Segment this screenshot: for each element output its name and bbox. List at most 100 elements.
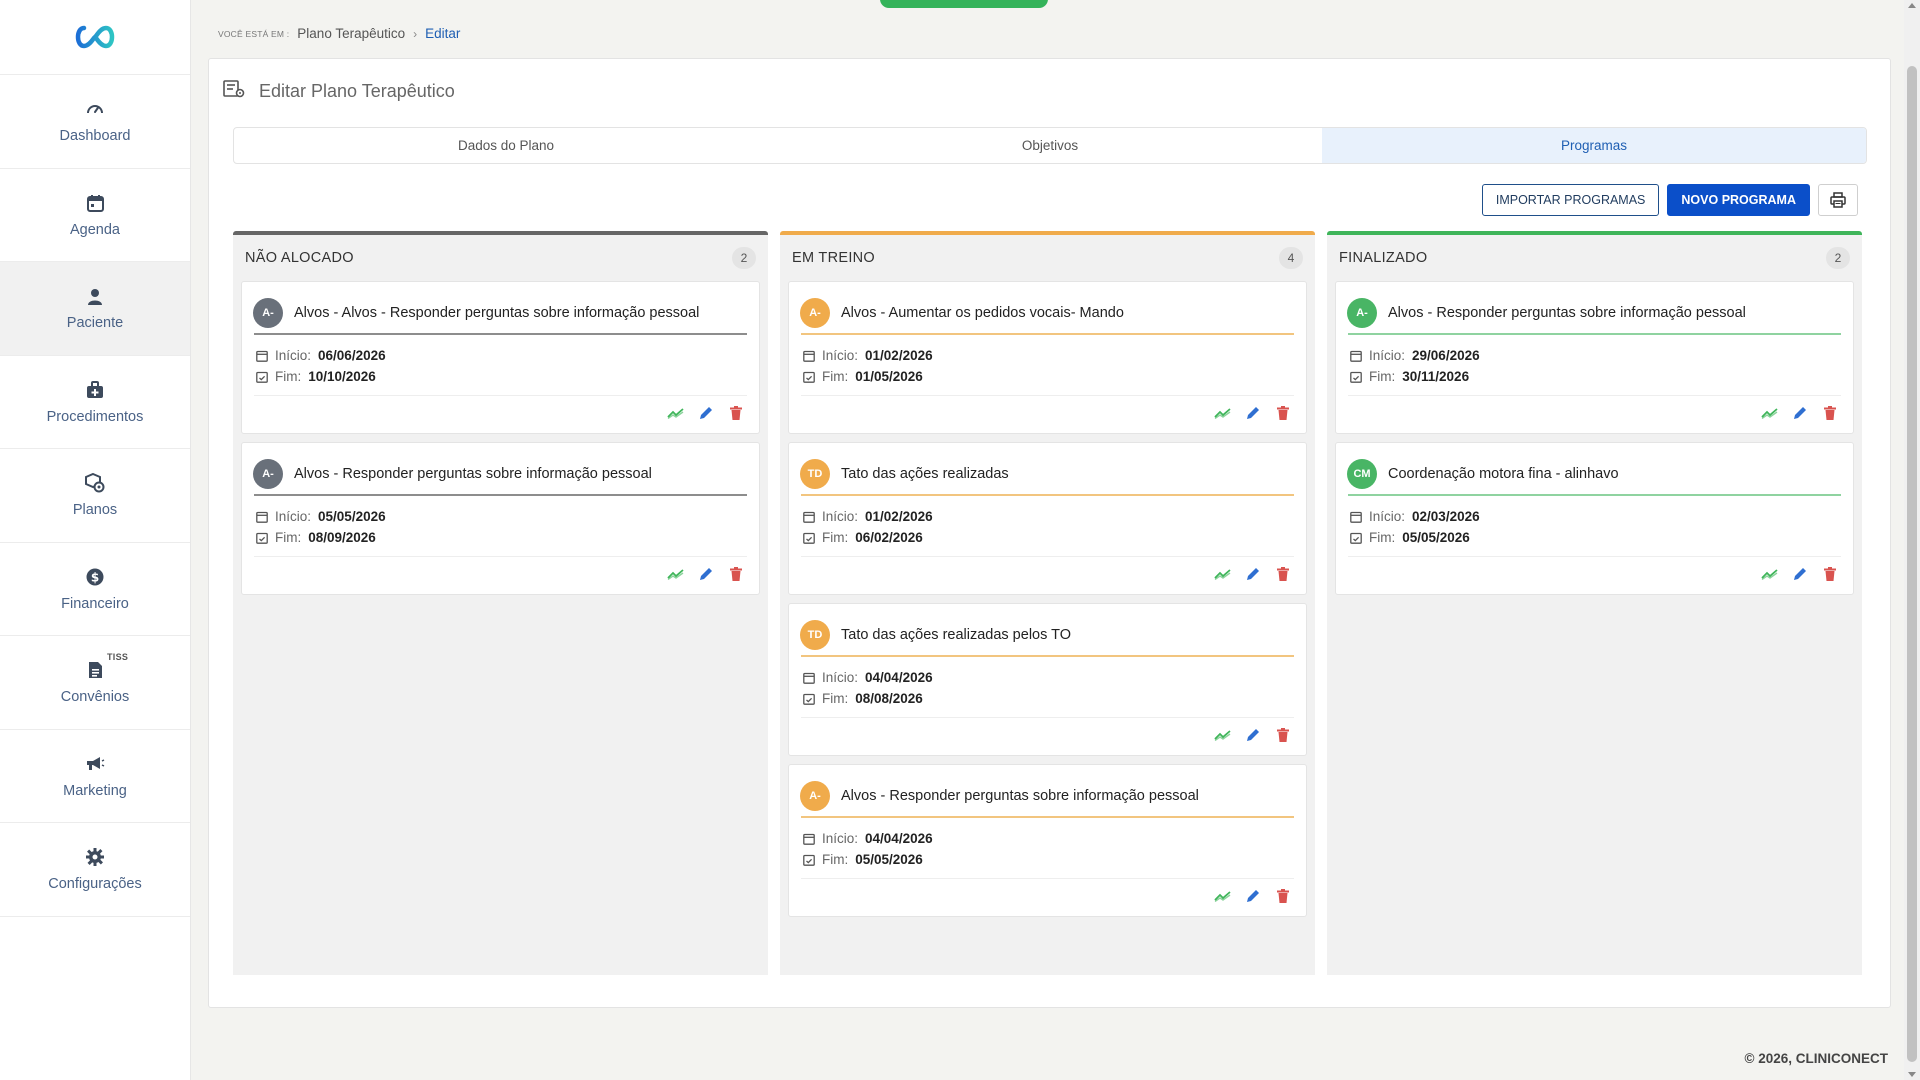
end-date: 08/08/2026	[855, 691, 923, 706]
trash-icon[interactable]	[727, 565, 745, 583]
calendar-icon	[1349, 349, 1362, 362]
megaphone-icon	[84, 753, 106, 775]
chart-trend-icon[interactable]	[667, 404, 685, 422]
program-title: Tato das ações realizadas pelos TO	[841, 626, 1071, 643]
programs-toolbar: IMPORTAR PROGRAMAS NOVO PROGRAMA	[1481, 184, 1858, 216]
breadcrumb-parent-link[interactable]: Plano Terapêutico	[297, 26, 405, 41]
end-label: Fim:	[275, 530, 302, 545]
pencil-icon[interactable]	[1244, 726, 1262, 744]
card-header: Editar Plano Terapêutico	[223, 79, 455, 104]
sidebar-item-planos[interactable]: Planos	[0, 449, 190, 543]
card-divider-accent	[801, 655, 1294, 657]
start-date: 04/04/2026	[865, 670, 933, 685]
chart-trend-icon[interactable]	[1761, 404, 1779, 422]
sidebar-item-label: Marketing	[63, 782, 127, 799]
program-card[interactable]: A- Alvos - Responder perguntas sobre inf…	[1335, 281, 1854, 434]
tab-programas[interactable]: Programas	[1322, 128, 1866, 163]
user-icon	[84, 285, 106, 307]
tab-objetivos[interactable]: Objetivos	[778, 128, 1322, 163]
sidebar-item-financeiro[interactable]: $ Financeiro	[0, 543, 190, 636]
trash-icon[interactable]	[1821, 404, 1839, 422]
trash-icon[interactable]	[1821, 565, 1839, 583]
pencil-icon[interactable]	[697, 565, 715, 583]
chart-trend-icon[interactable]	[1214, 565, 1232, 583]
app-logo[interactable]	[0, 0, 190, 75]
card-divider	[801, 878, 1294, 879]
start-date: 01/02/2026	[865, 509, 933, 524]
print-button[interactable]	[1818, 184, 1858, 216]
end-date: 10/10/2026	[308, 369, 376, 384]
sidebar-item-procedimentos[interactable]: Procedimentos	[0, 356, 190, 449]
end-label: Fim:	[822, 369, 849, 384]
sidebar-item-label: Configurações	[48, 876, 142, 893]
program-card[interactable]: TD Tato das ações realizadas Início: 01/0…	[788, 442, 1307, 595]
chart-trend-icon[interactable]	[667, 565, 685, 583]
gear-icon	[84, 846, 106, 868]
chart-trend-icon[interactable]	[1214, 404, 1232, 422]
import-programs-button[interactable]: IMPORTAR PROGRAMAS	[1481, 184, 1660, 216]
column-title: FINALIZADO	[1339, 250, 1428, 266]
calendar-check-icon	[255, 531, 268, 544]
end-date: 01/05/2026	[855, 369, 923, 384]
end-label: Fim:	[822, 691, 849, 706]
chart-trend-icon[interactable]	[1214, 726, 1232, 744]
sidebar-item-dashboard[interactable]: Dashboard	[0, 75, 190, 169]
start-label: Início:	[275, 348, 312, 363]
sidebar-item-label: Planos	[72, 502, 118, 519]
plan-tabs: Dados do Plano Objetivos Programas	[233, 127, 1867, 164]
pencil-icon[interactable]	[697, 404, 715, 422]
chart-trend-icon[interactable]	[1761, 565, 1779, 583]
chart-trend-icon[interactable]	[1214, 887, 1232, 905]
program-title: Alvos - Responder perguntas sobre inform…	[841, 787, 1199, 804]
scroll-up-arrow-icon[interactable]	[1908, 3, 1916, 8]
kanban-board: NÃO ALOCADO 2 A- Alvos - Alvos - Respond…	[233, 231, 1862, 975]
program-card[interactable]: A- Alvos - Aumentar os pedidos vocais- M…	[788, 281, 1307, 434]
sidebar-item-agenda[interactable]: Agenda	[0, 169, 190, 262]
avatar: A-	[800, 780, 830, 811]
end-label: Fim:	[822, 852, 849, 867]
program-card[interactable]: TD Tato das ações realizadas pelos TO In…	[788, 603, 1307, 756]
start-date: 02/03/2026	[1412, 509, 1480, 524]
program-title: Alvos - Responder perguntas sobre inform…	[294, 465, 652, 482]
sidebar-item-convenios[interactable]: TISS Convênios	[0, 636, 190, 730]
sidebar-item-label: Paciente	[66, 315, 124, 332]
sidebar-item-label: Agenda	[70, 221, 120, 238]
sidebar-item-configuracoes[interactable]: Configurações	[0, 823, 190, 917]
trash-icon[interactable]	[1274, 887, 1292, 905]
trash-icon[interactable]	[727, 404, 745, 422]
page-scrollbar[interactable]	[1904, 0, 1920, 1080]
column-count-badge: 2	[1826, 247, 1850, 269]
pencil-icon[interactable]	[1791, 565, 1809, 583]
end-date: 06/02/2026	[855, 530, 923, 545]
column-finalizado: FINALIZADO 2 A- Alvos - Responder pergun…	[1327, 231, 1862, 975]
program-card[interactable]: A- Alvos - Alvos - Responder perguntas s…	[241, 281, 760, 434]
top-status-pill[interactable]	[880, 0, 1048, 8]
program-card[interactable]: A- Alvos - Responder perguntas sobre inf…	[241, 442, 760, 595]
new-program-button[interactable]: NOVO PROGRAMA	[1667, 184, 1810, 216]
tab-dados-do-plano[interactable]: Dados do Plano	[234, 128, 778, 163]
pencil-icon[interactable]	[1244, 404, 1262, 422]
calendar-icon	[802, 510, 815, 523]
pencil-icon[interactable]	[1791, 404, 1809, 422]
end-label: Fim:	[1369, 369, 1396, 384]
scroll-down-arrow-icon[interactable]	[1908, 1072, 1916, 1077]
pencil-icon[interactable]	[1244, 887, 1262, 905]
pencil-icon[interactable]	[1244, 565, 1262, 583]
trash-icon[interactable]	[1274, 404, 1292, 422]
trash-icon[interactable]	[1274, 565, 1292, 583]
scroll-thumb[interactable]	[1907, 66, 1917, 1062]
card-divider-accent	[801, 494, 1294, 496]
sidebar-item-marketing[interactable]: Marketing	[0, 730, 190, 823]
breadcrumb-separator: ›	[413, 26, 418, 41]
avatar: A-	[1347, 297, 1377, 328]
avatar: A-	[253, 297, 283, 328]
sidebar-item-label: Convênios	[60, 689, 130, 706]
program-card[interactable]: CM Coordenação motora fina - alinhavo In…	[1335, 442, 1854, 595]
avatar: A-	[253, 458, 283, 489]
column-title: NÃO ALOCADO	[245, 250, 354, 266]
trash-icon[interactable]	[1274, 726, 1292, 744]
column-header: EM TREINO 4	[780, 235, 1315, 281]
start-label: Início:	[822, 348, 859, 363]
program-card[interactable]: A- Alvos - Responder perguntas sobre inf…	[788, 764, 1307, 917]
sidebar-item-paciente[interactable]: Paciente	[0, 262, 190, 356]
